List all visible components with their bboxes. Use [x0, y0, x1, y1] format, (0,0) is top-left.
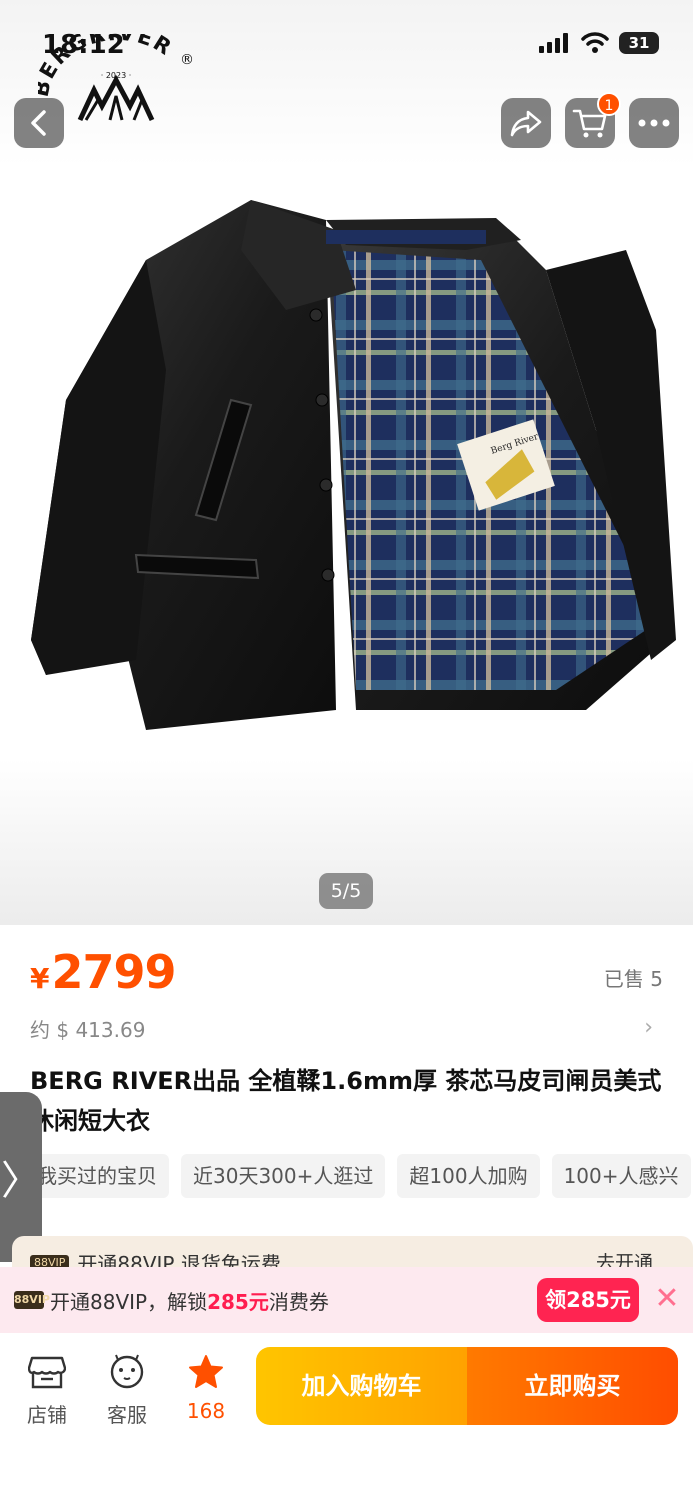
- tag-item[interactable]: 近30天300+人逛过: [181, 1154, 386, 1198]
- vip-badge: 88VIP: [14, 1291, 50, 1309]
- brand-logo-registered: ®: [180, 52, 194, 68]
- close-icon[interactable]: ✕: [652, 1284, 682, 1314]
- coupon-text: 开通88VIP，解锁285元消费券: [50, 1290, 329, 1314]
- purchase-actions: 加入购物车 立即购买: [256, 1347, 678, 1425]
- back-button[interactable]: [14, 98, 64, 148]
- price-currency: ¥: [30, 962, 50, 995]
- share-button[interactable]: [501, 98, 551, 148]
- product-tags: 我买过的宝贝 近30天300+人逛过 超100人加购 100+人感兴: [25, 1154, 693, 1198]
- chevron-right-icon[interactable]: ›: [644, 1015, 653, 1040]
- product-info: ¥ 2799 已售 5 约 $ 413.69 › BERG RIVER出品 全植…: [0, 925, 693, 1235]
- bottom-action-bar: 店铺 客服 168 加入购物车 立即购买: [0, 1333, 693, 1500]
- image-page-indicator: 5/5: [319, 873, 373, 909]
- claim-coupon-button[interactable]: 领285元: [537, 1278, 639, 1322]
- tag-item[interactable]: 我买过的宝贝: [25, 1154, 169, 1198]
- star-icon: [189, 1355, 223, 1388]
- tag-item[interactable]: 超100人加购: [397, 1154, 540, 1198]
- sold-count: 已售 5: [603, 967, 663, 991]
- cart-button[interactable]: 1: [565, 92, 621, 148]
- svg-text:BERGRIVER: BERGRIVER: [38, 34, 177, 99]
- usd-price[interactable]: 约 $ 413.69: [30, 1014, 145, 1043]
- store-label: 店铺: [27, 1403, 67, 1427]
- status-icons: 31: [539, 32, 659, 54]
- more-button[interactable]: [629, 98, 679, 148]
- favorite-count: 168: [186, 1399, 226, 1423]
- coupon-banner: 88VIP 开通88VIP，解锁285元消费券 领285元 ✕: [0, 1267, 693, 1333]
- buy-now-button[interactable]: 立即购买: [467, 1347, 678, 1425]
- battery-indicator: 31: [619, 32, 659, 54]
- product-image: Berg River: [31, 200, 676, 730]
- service-label: 客服: [107, 1403, 147, 1427]
- product-gallery[interactable]: 18:12 31 BERGRIVER · 2023 · ®: [0, 0, 693, 925]
- more-icon: [638, 119, 670, 127]
- signal-icon: [539, 33, 568, 53]
- wifi-icon: [581, 32, 609, 53]
- add-to-cart-button[interactable]: 加入购物车: [256, 1347, 467, 1425]
- price-value: 2799: [51, 945, 176, 999]
- favorite-button[interactable]: 168: [171, 1353, 241, 1423]
- price: ¥ 2799: [30, 945, 177, 999]
- brand-logo-text: BERGRIVER: [38, 34, 175, 99]
- chevron-right-icon: 〉: [1, 1158, 41, 1204]
- store-button[interactable]: 店铺: [12, 1353, 82, 1428]
- service-icon: [110, 1354, 144, 1389]
- customer-service-button[interactable]: 客服: [92, 1353, 162, 1428]
- product-title: BERG RIVER出品 全植鞣1.6mm厚 茶芯马皮司闸员美式休闲短大衣: [30, 1067, 662, 1135]
- share-icon: [510, 110, 542, 137]
- tag-item[interactable]: 100+人感兴: [551, 1154, 691, 1198]
- store-icon: [28, 1356, 66, 1389]
- chevron-left-icon: [31, 110, 46, 136]
- coupon-amount: 285元: [207, 1290, 269, 1314]
- cart-count-badge: 1: [597, 92, 621, 116]
